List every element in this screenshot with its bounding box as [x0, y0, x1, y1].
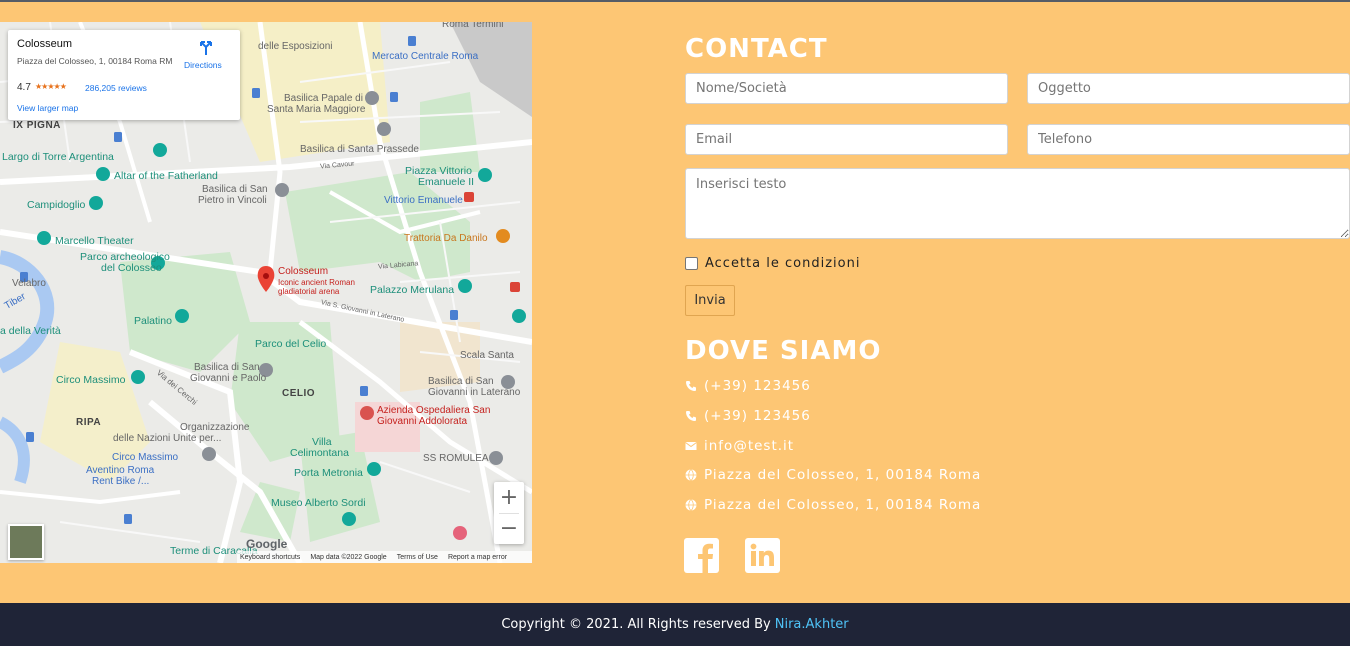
- globe-icon: [685, 499, 697, 511]
- phone-icon: [686, 381, 696, 391]
- map-label: Palatino: [134, 315, 172, 327]
- phone-text: (+39) 123456: [704, 378, 811, 394]
- map-label: Parco del Celio: [255, 338, 327, 350]
- map-label: Santa Maria Maggiore: [267, 104, 366, 115]
- map-label: Altar of the Fatherland: [114, 170, 218, 182]
- map-label: Basilica Papale di: [284, 93, 363, 104]
- directions-icon[interactable]: [198, 40, 214, 56]
- map-label: Velabro: [12, 278, 46, 289]
- map-label: Museo Alberto Sordi: [271, 497, 366, 509]
- map-label: Colosseum: [278, 266, 329, 277]
- contact-phone-1: (+39) 123456: [685, 378, 811, 394]
- google-logo: Google: [246, 537, 288, 551]
- map-label: Vittorio Emanuele: [384, 195, 463, 206]
- linkedin-icon[interactable]: [745, 538, 780, 573]
- email-text: info@test.it: [704, 438, 795, 454]
- contact-address-1: Piazza del Colosseo, 1, 00184 Roma: [685, 467, 981, 483]
- email-input[interactable]: [685, 124, 1008, 155]
- accept-checkbox[interactable]: [685, 257, 698, 270]
- zoom-in-button[interactable]: +: [494, 482, 524, 513]
- map-label: Giovanni Addolorata: [377, 416, 468, 427]
- place-name: Colosseum: [17, 38, 73, 50]
- map-label: Scala Santa: [460, 350, 514, 361]
- keyboard-shortcuts-link[interactable]: Keyboard shortcuts: [240, 554, 300, 561]
- message-textarea[interactable]: [685, 168, 1350, 239]
- google-map[interactable]: Roma Termini delle Esposizioni Mercato C…: [0, 22, 532, 563]
- map-label: Palazzo Merulana: [370, 284, 455, 296]
- location-title: DOVE SIAMO: [685, 336, 882, 366]
- map-label: Largo di Torre Argentina: [2, 151, 114, 163]
- map-label: delle Esposizioni: [258, 41, 333, 52]
- map-label: Mercato Centrale Roma: [372, 51, 479, 62]
- place-info-card: Colosseum Piazza del Colosseo, 1, 00184 …: [8, 30, 240, 120]
- submit-button[interactable]: Invia: [685, 285, 735, 316]
- map-label: gladiatorial arena: [278, 287, 340, 296]
- report-error-link[interactable]: Report a map error: [448, 554, 507, 561]
- subject-input[interactable]: [1027, 73, 1350, 104]
- globe-icon: [685, 469, 697, 481]
- map-label: Basilica di San: [428, 376, 494, 387]
- phone-icon: [686, 411, 696, 421]
- map-label: Celimontana: [290, 447, 349, 459]
- place-rating: 4.7: [17, 82, 31, 93]
- copyright-text: Copyright © 2021. All Rights reserved By: [501, 617, 771, 632]
- view-larger-map-link[interactable]: View larger map: [17, 103, 78, 113]
- facebook-icon[interactable]: [684, 538, 719, 573]
- map-attribution: Keyboard shortcuts Map data ©2022 Google…: [237, 551, 532, 563]
- envelope-icon: [685, 442, 697, 450]
- map-label: Organizzazione: [180, 422, 250, 433]
- map-label: Marcello Theater: [55, 235, 134, 247]
- phone-text: (+39) 123456: [704, 408, 811, 424]
- author-link[interactable]: Nira.Akhter: [775, 617, 849, 632]
- address-text: Piazza del Colosseo, 1, 00184 Roma: [704, 497, 982, 513]
- directions-link[interactable]: Directions: [184, 60, 222, 70]
- contact-email: info@test.it: [685, 438, 794, 454]
- map-label: Giovanni in Laterano: [428, 387, 521, 398]
- map-label: delle Nazioni Unite per...: [113, 433, 222, 444]
- address-text: Piazza del Colosseo, 1, 00184 Roma: [704, 467, 982, 483]
- contact-phone-2: (+39) 123456: [685, 408, 811, 424]
- contact-address-2: Piazza del Colosseo, 1, 00184 Roma: [685, 497, 981, 513]
- phone-input[interactable]: [1027, 124, 1350, 155]
- satellite-toggle[interactable]: [8, 524, 44, 560]
- map-label: Porta Metronia: [294, 467, 363, 479]
- top-border: [0, 0, 1350, 2]
- map-label: Azienda Ospedaliera San: [377, 405, 491, 416]
- zoom-divider: [499, 513, 519, 514]
- map-label: Campidoglio: [27, 199, 86, 211]
- map-label: Basilica di Santa Prassede: [300, 144, 419, 155]
- map-label: Aventino Roma: [86, 465, 155, 476]
- map-label: Basilica di San: [202, 184, 268, 195]
- map-label: CELIO: [282, 388, 316, 399]
- zoom-controls: + −: [494, 482, 524, 544]
- map-label: Circo Massimo: [56, 374, 126, 386]
- zoom-out-button[interactable]: −: [494, 513, 524, 544]
- map-label: Rent Bike /...: [92, 476, 150, 487]
- map-label: SS ROMULEA: [423, 453, 489, 464]
- footer: Copyright © 2021. All Rights reserved By…: [0, 603, 1350, 646]
- map-label: Emanuele II: [418, 176, 475, 188]
- map-data-text: Map data ©2022 Google: [310, 553, 387, 561]
- reviews-link[interactable]: 286,205 reviews: [85, 83, 147, 93]
- map-label: del Colosseo: [101, 262, 162, 274]
- terms-link[interactable]: Terms of Use: [397, 554, 438, 561]
- map-label: Trattoria Da Danilo: [404, 233, 488, 244]
- name-input[interactable]: [685, 73, 1008, 104]
- map-label: Roma Termini: [442, 22, 504, 30]
- map-label: a della Verità: [0, 325, 61, 337]
- contact-title: CONTACT: [685, 34, 828, 64]
- map-label: Giovanni e Paolo: [190, 373, 267, 384]
- rating-stars: ★★★★★: [35, 82, 67, 91]
- accept-terms[interactable]: Accetta le condizioni: [685, 256, 860, 271]
- map-label: Circo Massimo: [112, 452, 179, 463]
- map-label: RIPA: [76, 417, 102, 428]
- place-address: Piazza del Colosseo, 1, 00184 Roma RM: [17, 56, 173, 66]
- map-label: IX PIGNA: [13, 120, 61, 131]
- map-label: Pietro in Vincoli: [198, 195, 267, 206]
- accept-label: Accetta le condizioni: [705, 256, 861, 271]
- map-label: Basilica di San: [194, 362, 260, 373]
